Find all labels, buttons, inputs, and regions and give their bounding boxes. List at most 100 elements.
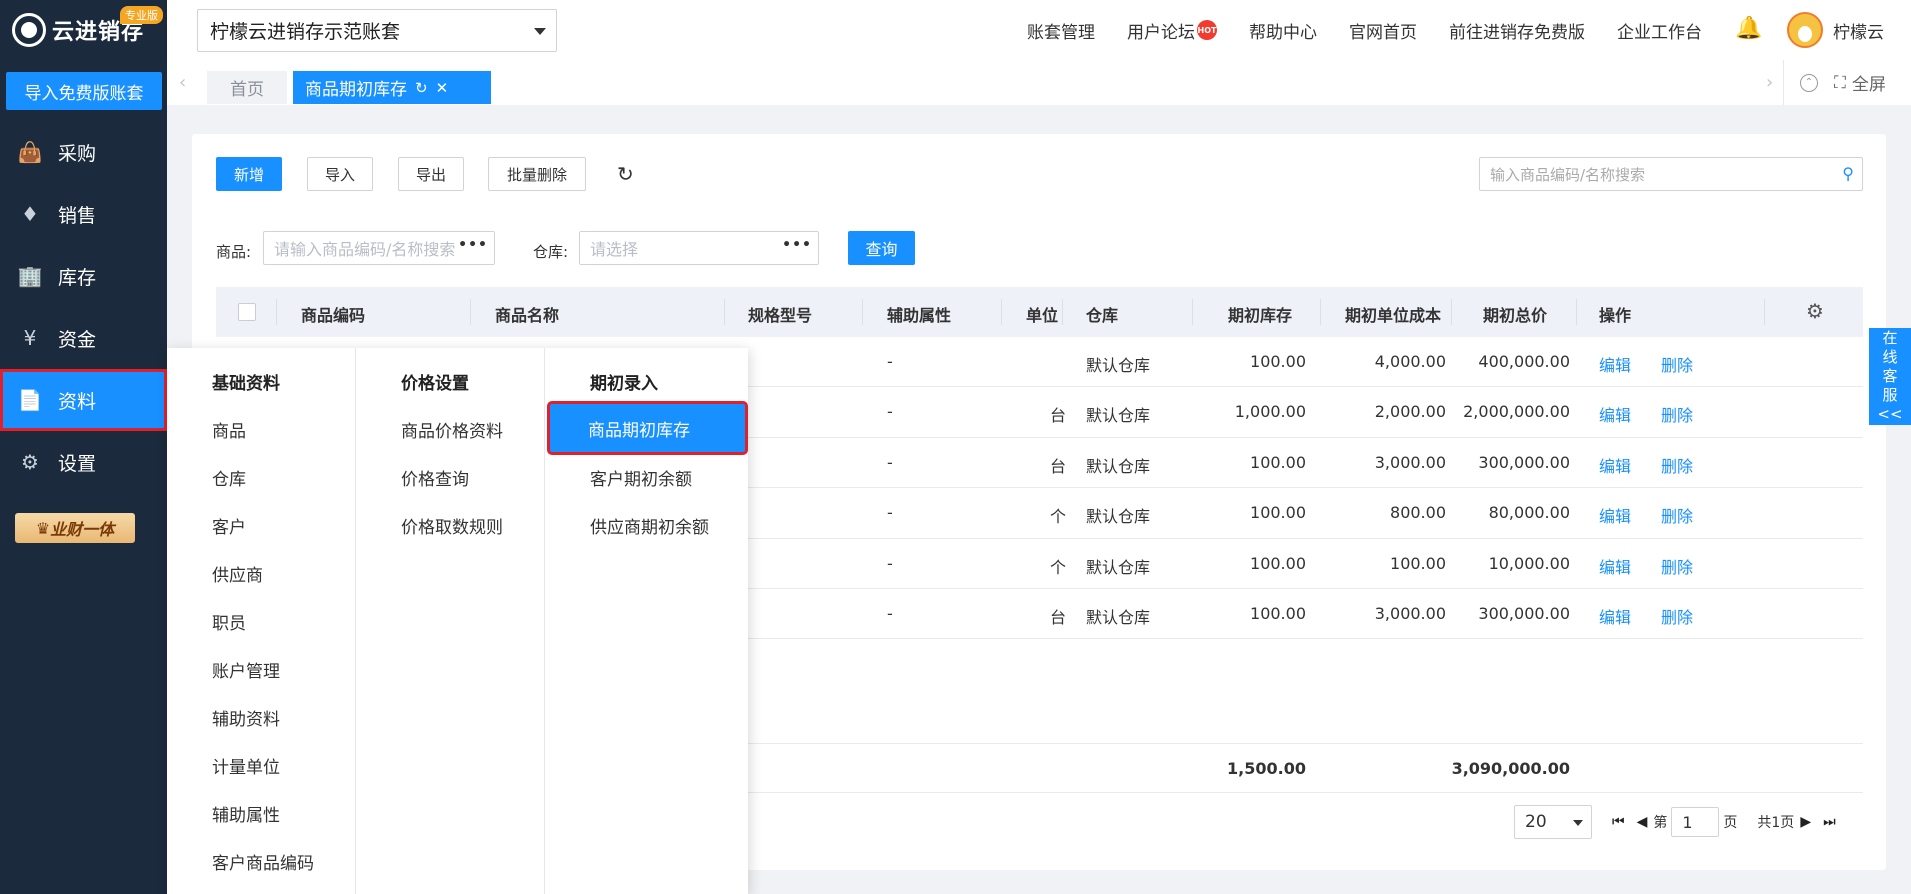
fullscreen-icon[interactable]: ⛶ [1834, 73, 1846, 93]
refresh-icon[interactable]: ↻ [617, 162, 634, 186]
edit-link[interactable]: 编辑 [1599, 352, 1631, 376]
delete-link[interactable]: 删除 [1661, 453, 1693, 477]
delete-link[interactable]: 删除 [1661, 604, 1693, 628]
fullscreen-button[interactable]: 全屏 [1852, 70, 1886, 95]
link-user-forum[interactable]: 用户论坛 HOT [1127, 18, 1217, 43]
close-icon[interactable]: ✕ [436, 79, 449, 97]
more-icon[interactable]: ••• [782, 237, 812, 253]
link-help-center[interactable]: 帮助中心 [1249, 18, 1317, 43]
collapse-up-icon[interactable]: ⌃ [1800, 73, 1818, 92]
edit-link[interactable]: 编辑 [1599, 503, 1631, 527]
service-char: 线 [1882, 348, 1898, 366]
link-user-forum-label: 用户论坛 [1127, 22, 1195, 43]
search-input[interactable]: 输入商品编码/名称搜索 ⚲ [1479, 157, 1863, 191]
online-service-button[interactable]: 在 线 客 服 << [1869, 328, 1911, 425]
link-official-site[interactable]: 官网首页 [1349, 18, 1417, 43]
account-select[interactable]: 柠檬云进销存示范账套 [197, 9, 557, 52]
batch-delete-button[interactable]: 批量删除 [488, 157, 586, 191]
col-opening-qty[interactable]: 期初库存 [1228, 302, 1292, 326]
menu-item-products[interactable]: 商品 [212, 417, 246, 442]
column-divider [724, 299, 725, 325]
logo[interactable]: 云进销存 专业版 [0, 0, 167, 60]
sidebar-item-inventory[interactable]: 🏢 库存 [0, 245, 167, 307]
cell-warehouse: 默认仓库 [1086, 456, 1151, 476]
user-menu[interactable]: 柠檬云 [1787, 12, 1884, 48]
bell-icon[interactable]: 🔔 [1735, 16, 1762, 41]
sidebar-item-sales[interactable]: ♦ 销售 [0, 183, 167, 245]
cell-warehouse: 默认仓库 [1086, 557, 1151, 577]
tab-product-opening-stock[interactable]: 商品期初库存 ↻ ✕ [293, 71, 491, 104]
first-page-icon[interactable]: ⏮ [1612, 814, 1625, 830]
link-free-edition[interactable]: 前往进销存免费版 [1449, 18, 1585, 43]
menu-item-price-query[interactable]: 价格查询 [401, 465, 469, 490]
import-button[interactable]: 导入 [307, 157, 373, 191]
menu-item-employees[interactable]: 职员 [212, 609, 246, 634]
cell-opening-qty: 100.00 [1250, 603, 1306, 623]
sidebar-item-label: 资金 [58, 328, 97, 351]
menu-item-price-data[interactable]: 商品价格资料 [401, 417, 503, 442]
promo-badge[interactable]: ♛ 业财一体 [15, 513, 135, 543]
menu-item-customers[interactable]: 客户 [212, 513, 246, 538]
menu-item-aux-data[interactable]: 辅助资料 [212, 705, 280, 730]
settings-gear-icon[interactable]: ⚙ [1806, 299, 1824, 323]
menu-item-product-opening-stock[interactable]: 商品期初库存 [547, 401, 748, 455]
export-button[interactable]: 导出 [398, 157, 464, 191]
edit-link[interactable]: 编辑 [1599, 453, 1631, 477]
cell-opening-cost: 800.00 [1390, 503, 1446, 523]
sidebar-item-settings[interactable]: ⚙ 设置 [0, 431, 167, 493]
sidebar-item-data[interactable]: 📄 资料 [0, 369, 167, 431]
menu-item-accounts[interactable]: 账户管理 [212, 657, 280, 682]
link-account-management[interactable]: 账套管理 [1027, 18, 1095, 43]
col-product-code[interactable]: 商品编码 [301, 302, 365, 326]
col-warehouse[interactable]: 仓库 [1086, 302, 1118, 326]
search-icon[interactable]: ⚲ [1842, 164, 1854, 183]
page-number-input[interactable]: 1 [1671, 807, 1720, 837]
cell-opening-total: 10,000.00 [1488, 553, 1570, 573]
query-button[interactable]: 查询 [848, 231, 915, 265]
menu-item-aux-attrs[interactable]: 辅助属性 [212, 801, 280, 826]
page-size-select[interactable]: 20 [1514, 805, 1592, 839]
menu-item-customer-codes[interactable]: 客户商品编码 [212, 849, 314, 874]
cell-warehouse: 默认仓库 [1086, 406, 1151, 426]
tab-scroll-right-icon[interactable]: › [1766, 72, 1773, 93]
warehouse-filter-input[interactable]: 请选择 ••• [579, 231, 819, 265]
prev-page-icon[interactable]: ◀ [1637, 814, 1648, 830]
delete-link[interactable]: 删除 [1661, 352, 1693, 376]
tab-home[interactable]: 首页 [207, 71, 287, 104]
table-header: 商品编码 商品名称 规格型号 辅助属性 单位 仓库 期初库存 期初单位成本 期初… [216, 287, 1863, 337]
menu-item-price-rules[interactable]: 价格取数规则 [401, 513, 503, 538]
sidebar-item-purchase[interactable]: 👜 采购 [0, 121, 167, 183]
delete-link[interactable]: 删除 [1661, 554, 1693, 578]
menu-item-units[interactable]: 计量单位 [212, 753, 280, 778]
crown-icon: ♛ [35, 518, 51, 538]
product-filter-input[interactable]: 请输入商品编码/名称搜索 ••• [263, 231, 495, 265]
edit-link[interactable]: 编辑 [1599, 604, 1631, 628]
next-page-icon[interactable]: ▶ [1800, 814, 1811, 830]
col-spec[interactable]: 规格型号 [748, 302, 812, 326]
sidebar-item-funds[interactable]: ¥ 资金 [0, 307, 167, 369]
more-icon[interactable]: ••• [458, 237, 488, 253]
menu-item-warehouses[interactable]: 仓库 [212, 465, 246, 490]
refresh-icon[interactable]: ↻ [415, 79, 428, 97]
menu-item-suppliers[interactable]: 供应商 [212, 561, 263, 586]
tab-scroll-left-icon[interactable]: ‹ [179, 72, 186, 93]
menu-item-supplier-opening[interactable]: 供应商期初余额 [590, 513, 709, 538]
add-button[interactable]: 新增 [216, 157, 282, 191]
cell-opening-cost: 4,000.00 [1374, 352, 1446, 371]
col-opening-cost[interactable]: 期初单位成本 [1345, 302, 1441, 326]
edit-link[interactable]: 编辑 [1599, 402, 1631, 426]
delete-link[interactable]: 删除 [1661, 402, 1693, 426]
delete-link[interactable]: 删除 [1661, 503, 1693, 527]
col-product-name[interactable]: 商品名称 [495, 302, 559, 326]
edit-link[interactable]: 编辑 [1599, 554, 1631, 578]
import-free-account-button[interactable]: 导入免费版账套 [6, 72, 162, 110]
last-page-icon[interactable]: ⏭ [1823, 814, 1836, 830]
select-all-checkbox[interactable] [238, 303, 256, 321]
menu-item-customer-opening[interactable]: 客户期初余额 [590, 465, 692, 490]
col-unit[interactable]: 单位 [1026, 302, 1058, 326]
col-aux-attr[interactable]: 辅助属性 [887, 302, 951, 326]
col-opening-total[interactable]: 期初总价 [1483, 302, 1547, 326]
sidebar-nav: 👜 采购 ♦ 销售 🏢 库存 ¥ 资金 📄 资料 ⚙ 设置 [0, 121, 167, 493]
column-divider [1062, 299, 1063, 325]
link-workbench[interactable]: 企业工作台 [1617, 18, 1702, 43]
